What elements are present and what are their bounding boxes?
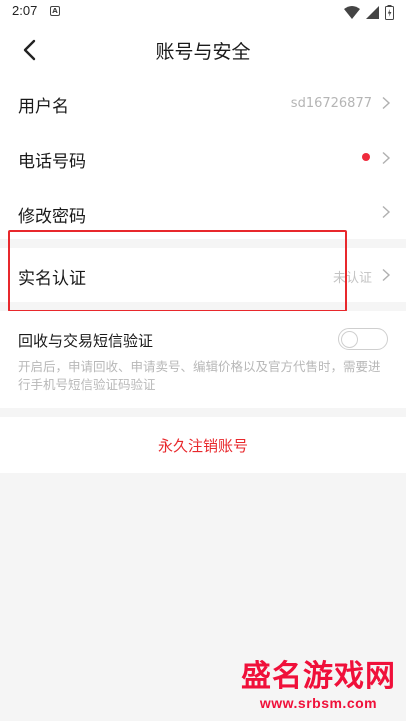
chevron-right-icon [382,268,391,282]
sms-verify-description: 开启后，申请回收、申请卖号、编辑价格以及官方代售时，需要进行手机号短信验证码验证 [18,359,381,392]
page-title: 账号与安全 [155,41,251,63]
toggle-knob [341,330,358,348]
chevron-right-icon [382,96,391,110]
watermark-title: 盛名游戏网 [241,659,396,694]
row-password-label: 修改密码 [18,207,86,227]
battery-icon [385,4,394,20]
row-realname-value: 未认证 [332,271,372,286]
watermark-logo: 盛名游戏网 www.srbsm.com [241,660,396,712]
status-bar: 2:07 A [0,0,406,24]
status-icons [344,4,394,20]
row-realname[interactable]: 实名认证 未认证 [0,248,406,302]
row-username-value: sd16726877 [290,96,372,111]
delete-account-row[interactable]: 永久注销账号 [0,417,406,473]
row-phone[interactable]: 电话号码 [0,130,406,185]
chevron-left-icon [23,39,36,61]
chevron-right-icon [382,205,391,219]
sms-verify-label: 回收与交易短信验证 [18,332,154,350]
row-realname-label: 实名认证 [18,269,86,289]
unread-dot [362,153,370,161]
header: 账号与安全 [0,24,406,76]
sms-verify-toggle[interactable] [338,328,388,350]
watermark-url: www.srbsm.com [259,695,378,711]
row-username-label: 用户名 [18,97,69,117]
notification-icon: A [50,6,60,16]
back-button[interactable] [16,36,44,64]
wifi-icon [344,5,360,19]
row-password[interactable]: 修改密码 [0,185,406,239]
chevron-right-icon [382,151,391,165]
row-phone-label: 电话号码 [18,152,86,172]
row-username[interactable]: 用户名 sd16726877 [0,76,406,130]
signal-icon [366,5,379,19]
delete-account-button[interactable]: 永久注销账号 [0,435,406,456]
status-time: 2:07 [12,3,38,18]
